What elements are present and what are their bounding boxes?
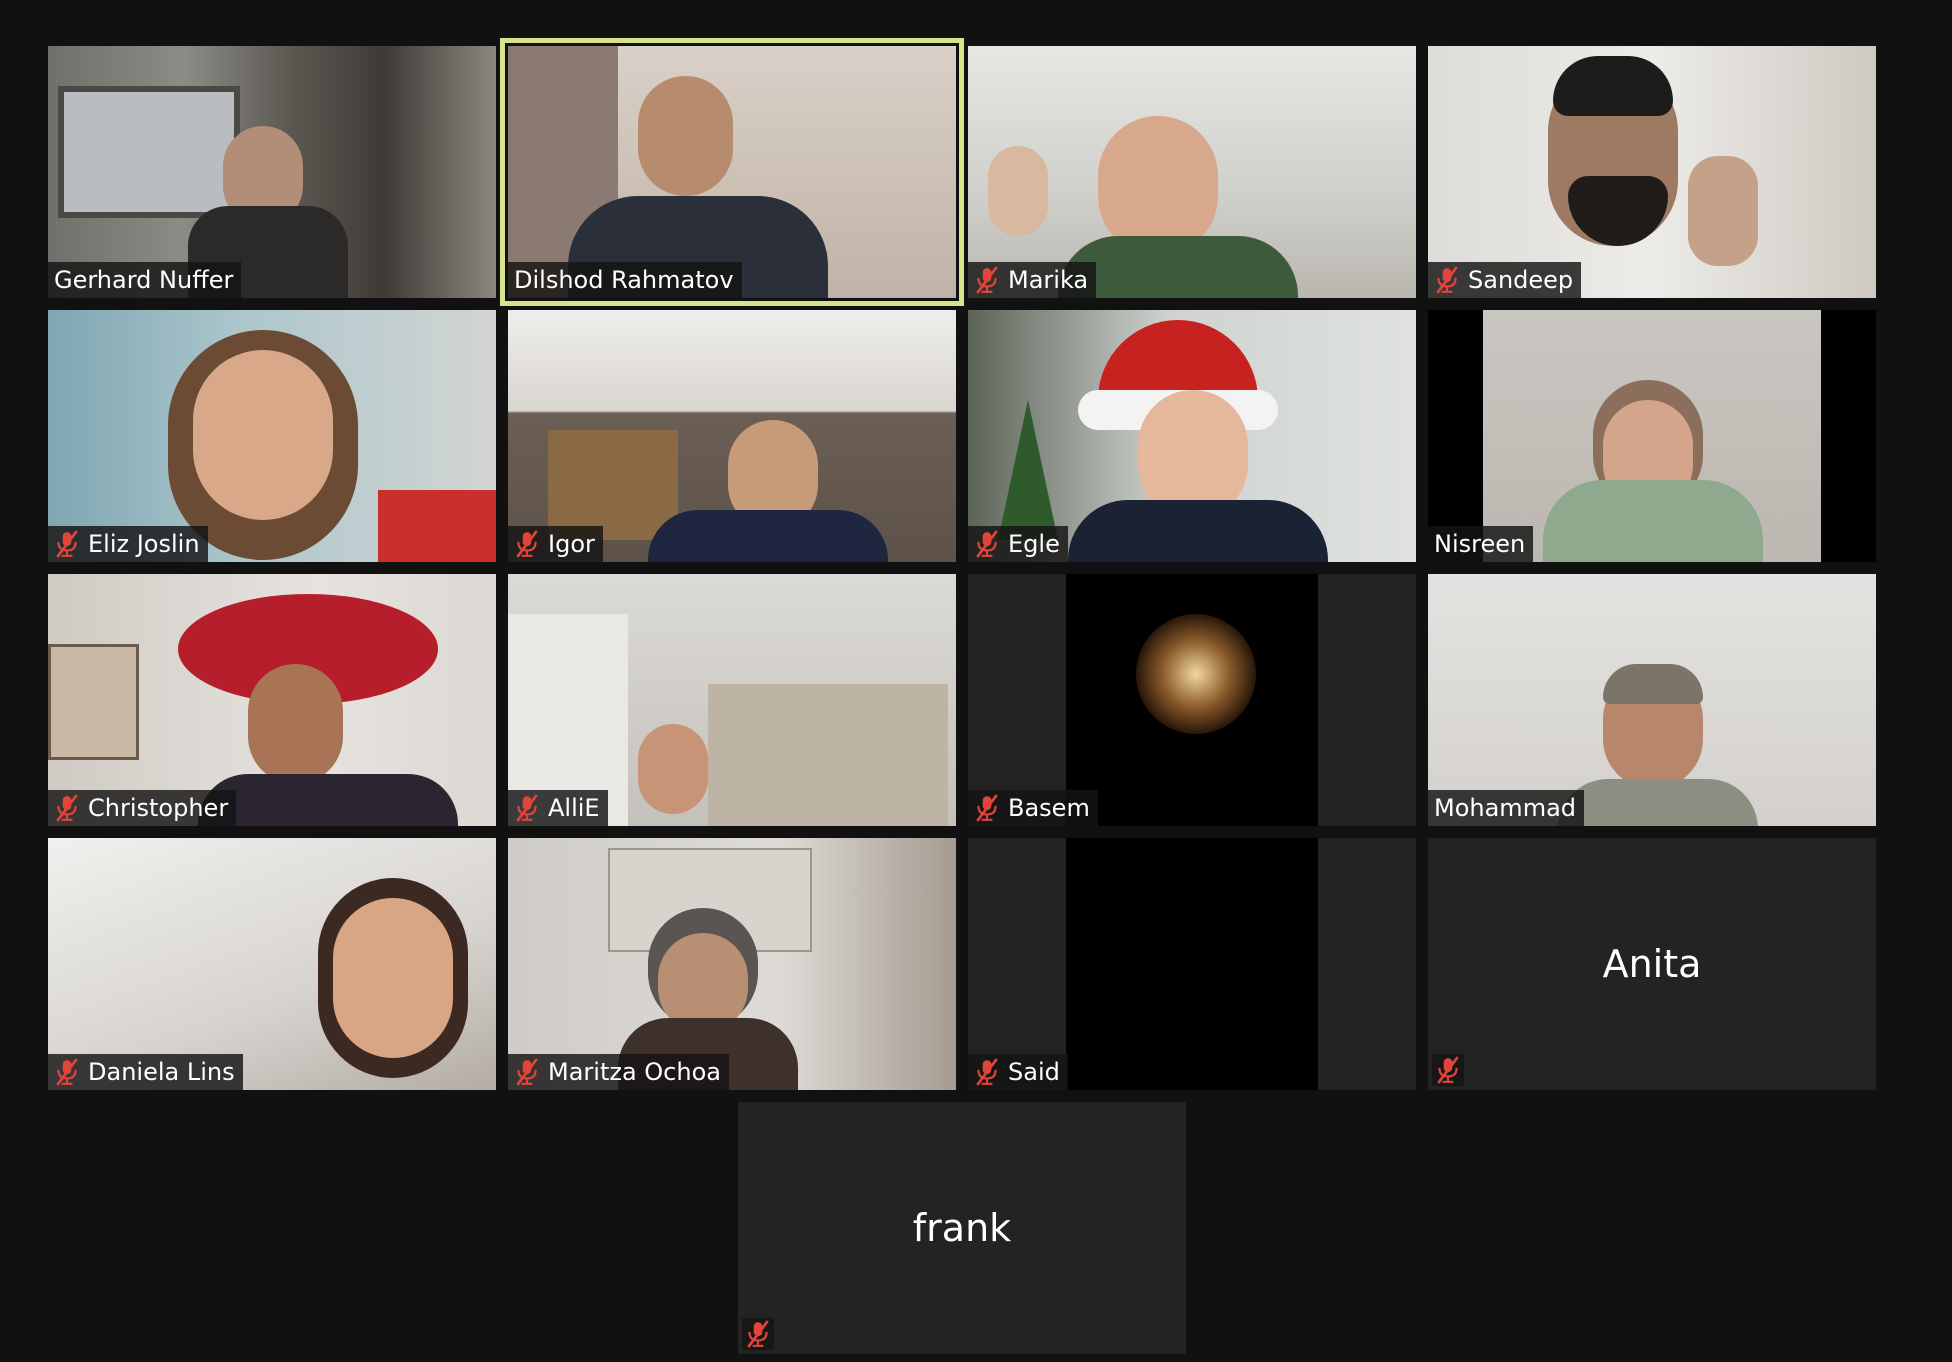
video-feed xyxy=(1066,574,1318,826)
participant-name: Sandeep xyxy=(1468,266,1574,294)
participant-name: Christopher xyxy=(88,794,229,822)
name-tag: Christopher xyxy=(48,790,237,826)
name-tag: Gerhard Nuffer xyxy=(48,262,242,298)
participant-name: Nisreen xyxy=(1434,530,1526,558)
mic-muted-icon xyxy=(54,530,80,558)
name-tag: Basem xyxy=(968,790,1098,826)
mic-muted-icon xyxy=(514,530,540,558)
participant-name: Daniela Lins xyxy=(88,1058,235,1086)
participant-tile-igor[interactable]: Igor xyxy=(508,310,956,562)
video-feed xyxy=(968,310,1416,562)
name-tag: Nisreen xyxy=(1428,526,1534,562)
name-tag: Egle xyxy=(968,526,1068,562)
participant-name: AlliE xyxy=(548,794,600,822)
name-tag: Igor xyxy=(508,526,603,562)
participant-name: Igor xyxy=(548,530,595,558)
video-feed xyxy=(48,46,496,298)
name-tag: Daniela Lins xyxy=(48,1054,243,1090)
participant-tile-frank[interactable]: frank xyxy=(738,1102,1186,1354)
participant-tile-gerhard[interactable]: Gerhard Nuffer xyxy=(48,46,496,298)
mic-muted-icon xyxy=(974,794,1000,822)
participant-name: Gerhard Nuffer xyxy=(54,266,234,294)
video-feed xyxy=(968,46,1416,298)
mic-muted-icon xyxy=(54,1058,80,1086)
mic-muted-icon xyxy=(1435,1056,1461,1084)
name-tag: Sandeep xyxy=(1428,262,1582,298)
mute-indicator xyxy=(742,1318,774,1350)
participant-name: Egle xyxy=(1008,530,1060,558)
mute-indicator xyxy=(1432,1054,1464,1086)
video-feed xyxy=(48,310,496,562)
participant-tile-mohammad[interactable]: Mohammad xyxy=(1428,574,1876,826)
participant-name: frank xyxy=(912,1206,1012,1250)
mic-muted-icon xyxy=(54,794,80,822)
name-tag: Maritza Ochoa xyxy=(508,1054,729,1090)
video-feed xyxy=(1428,574,1876,826)
video-feed xyxy=(1428,46,1876,298)
name-tag: Eliz Joslin xyxy=(48,526,208,562)
participant-tile-egle[interactable]: Egle xyxy=(968,310,1416,562)
mic-muted-icon xyxy=(974,266,1000,294)
participant-tile-anita[interactable]: Anita xyxy=(1428,838,1876,1090)
video-feed xyxy=(48,838,496,1090)
participant-name: Anita xyxy=(1602,942,1702,986)
participant-name: Said xyxy=(1008,1058,1060,1086)
participant-tile-allie[interactable]: AlliE xyxy=(508,574,956,826)
name-tag: Marika xyxy=(968,262,1097,298)
participant-name: Mohammad xyxy=(1434,794,1577,822)
participant-tile-daniela[interactable]: Daniela Lins xyxy=(48,838,496,1090)
mic-muted-icon xyxy=(745,1320,771,1348)
name-tag: AlliE xyxy=(508,790,608,826)
video-grid: Gerhard Nuffer Dilshod Rahmatov Marika S… xyxy=(0,0,1952,1362)
participant-name: Marika xyxy=(1008,266,1089,294)
participant-tile-sandeep[interactable]: Sandeep xyxy=(1428,46,1876,298)
participant-name: Maritza Ochoa xyxy=(548,1058,721,1086)
video-feed xyxy=(1066,838,1318,1090)
participant-tile-nisreen[interactable]: Nisreen xyxy=(1428,310,1876,562)
mic-muted-icon xyxy=(514,794,540,822)
participant-tile-christopher[interactable]: Christopher xyxy=(48,574,496,826)
video-feed xyxy=(508,46,956,298)
mic-muted-icon xyxy=(974,530,1000,558)
video-feed xyxy=(508,310,956,562)
participant-name: Dilshod Rahmatov xyxy=(514,266,734,294)
participant-tile-marika[interactable]: Marika xyxy=(968,46,1416,298)
participant-name: Eliz Joslin xyxy=(88,530,200,558)
participant-tile-dilshod[interactable]: Dilshod Rahmatov xyxy=(500,38,964,306)
mic-muted-icon xyxy=(514,1058,540,1086)
video-feed xyxy=(508,838,956,1090)
name-tag: Dilshod Rahmatov xyxy=(508,262,742,298)
video-feed xyxy=(1483,310,1821,562)
participant-tile-said[interactable]: Said xyxy=(968,838,1416,1090)
mic-muted-icon xyxy=(974,1058,1000,1086)
name-tag: Said xyxy=(968,1054,1068,1090)
participant-tile-basem[interactable]: Basem xyxy=(968,574,1416,826)
participant-name: Basem xyxy=(1008,794,1090,822)
name-tag: Mohammad xyxy=(1428,790,1585,826)
video-feed xyxy=(508,574,956,826)
mic-muted-icon xyxy=(1434,266,1460,294)
participant-tile-maritza[interactable]: Maritza Ochoa xyxy=(508,838,956,1090)
participant-tile-eliz[interactable]: Eliz Joslin xyxy=(48,310,496,562)
video-feed xyxy=(48,574,496,826)
